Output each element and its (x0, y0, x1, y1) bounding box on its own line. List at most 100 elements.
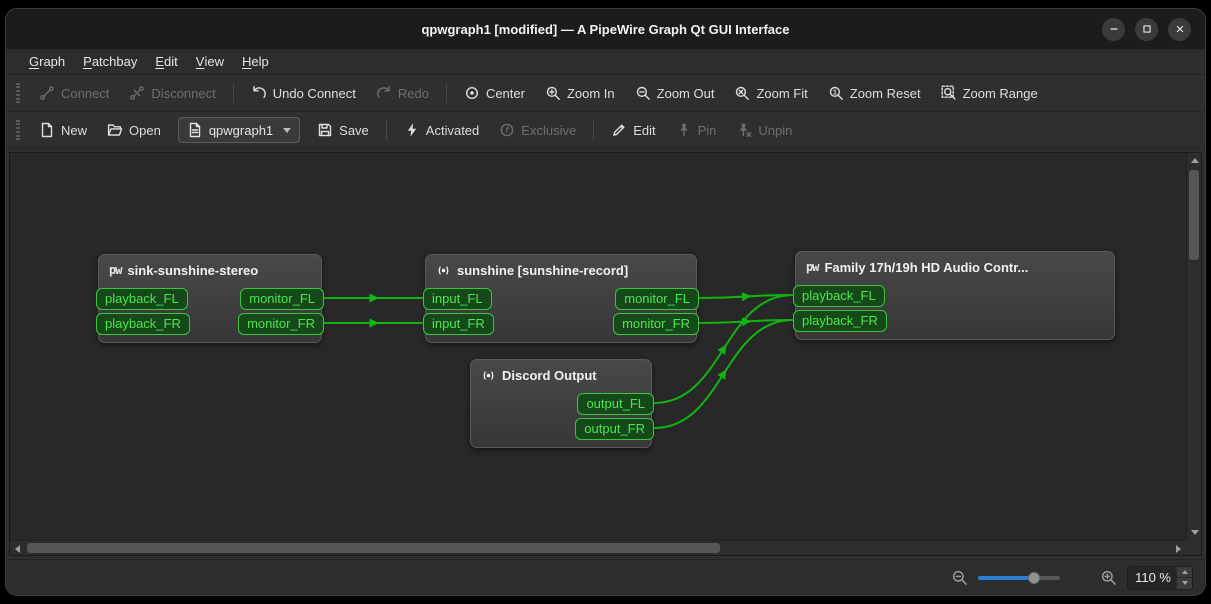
center-icon (464, 85, 480, 101)
port-sink-playback_FL[interactable]: playback_FL (96, 288, 188, 310)
chevron-down-icon (283, 128, 291, 133)
zoom-slider-fill (978, 576, 1034, 580)
undo-connect-label: Undo Connect (273, 86, 356, 101)
port-sunshine-monitor_FR[interactable]: monitor_FR (613, 313, 699, 335)
maximize-button[interactable] (1135, 18, 1158, 41)
patchbay-combobox[interactable]: qpwgraph1 (178, 117, 300, 143)
zoom-in-button[interactable]: Zoom In (536, 79, 624, 107)
undo-icon (251, 85, 267, 101)
pin-button[interactable]: Pin (667, 116, 726, 144)
zoom-spinbox[interactable]: 110 % (1127, 566, 1193, 590)
node-title: Family 17h/19h HD Audio Contr... (824, 260, 1028, 275)
zoom-in-icon[interactable] (1100, 569, 1117, 586)
vertical-scrollbar-thumb[interactable] (1189, 170, 1199, 260)
zoom-slider[interactable] (978, 570, 1060, 586)
scroll-left-button[interactable] (10, 541, 25, 556)
port-sunshine-monitor_FL[interactable]: monitor_FL (615, 288, 699, 310)
zoom-controls: 110 % (951, 566, 1193, 590)
zoom-reset-button[interactable]: 1Zoom Reset (819, 79, 930, 107)
horizontal-scrollbar[interactable] (10, 540, 1186, 555)
close-button[interactable] (1168, 18, 1191, 41)
port-discord-output_FL[interactable]: output_FL (577, 393, 654, 415)
zoom-in-icon (545, 85, 561, 101)
toolbar-handle[interactable] (16, 120, 20, 140)
spin-up-button[interactable] (1176, 567, 1192, 578)
open-button[interactable]: Open (98, 116, 170, 144)
edge-arrow (718, 342, 731, 355)
unpin-button[interactable]: Unpin (727, 116, 801, 144)
node-family[interactable]: pwFamily 17h/19h HD Audio Contr... playba… (795, 251, 1115, 340)
zoom-fit-button[interactable]: Zoom Fit (725, 79, 816, 107)
exclusive-button[interactable]: f Exclusive (490, 116, 585, 144)
scroll-right-button[interactable] (1171, 541, 1186, 556)
disconnect-label: Disconnect (151, 86, 215, 101)
scroll-up-button[interactable] (1187, 153, 1202, 168)
toolbar-main: Connect Disconnect Undo Connect Redo Center Z… (6, 75, 1205, 112)
menu-item-view[interactable]: View (187, 49, 233, 74)
center-label: Center (486, 86, 525, 101)
node-sunshine[interactable]: sunshine [sunshine-record]input_FLinput_… (425, 254, 697, 343)
port-sink-playback_FR[interactable]: playback_FR (96, 313, 190, 335)
zoom-out-icon[interactable] (951, 569, 968, 586)
horizontal-scrollbar-thumb[interactable] (27, 543, 720, 553)
disconnect-button[interactable]: Disconnect (120, 79, 224, 107)
menu-item-patchbay[interactable]: Patchbay (74, 49, 146, 74)
node-header: pwFamily 17h/19h HD Audio Contr... (796, 252, 1114, 282)
center-button[interactable]: Center (455, 79, 534, 107)
port-sink-monitor_FL[interactable]: monitor_FL (240, 288, 324, 310)
toolbar-handle[interactable] (16, 83, 20, 103)
arrow-right-icon (1176, 545, 1181, 553)
node-title: sink-sunshine-stereo (127, 263, 258, 278)
spinbox-arrows (1176, 567, 1192, 589)
minimize-icon (1107, 22, 1121, 36)
redo-button[interactable]: Redo (367, 79, 438, 107)
vertical-scrollbar[interactable] (1186, 153, 1201, 540)
port-discord-output_FR[interactable]: output_FR (575, 418, 654, 440)
zoom-slider-handle[interactable] (1028, 572, 1040, 584)
port-sunshine-input_FR[interactable]: input_FR (423, 313, 494, 335)
port-sunshine-input_FL[interactable]: input_FL (423, 288, 492, 310)
svg-text:1: 1 (833, 88, 837, 97)
zoom-out-button[interactable]: Zoom Out (626, 79, 724, 107)
exclusive-label: Exclusive (521, 123, 576, 138)
canvas-frame: pwsink-sunshine-stereoplayback_FLplaybac… (9, 152, 1202, 556)
status-bar: 110 % (6, 559, 1205, 595)
arrow-down-icon (1182, 581, 1188, 585)
exclusive-icon: f (499, 122, 515, 138)
arrow-up-icon (1182, 570, 1188, 574)
menu-item-edit[interactable]: Edit (146, 49, 186, 74)
patchbay-file-icon (187, 122, 203, 138)
connections-layer (10, 153, 1186, 540)
edit-icon (611, 122, 627, 138)
graph-canvas[interactable]: pwsink-sunshine-stereoplayback_FLplaybac… (10, 153, 1186, 540)
zoom-reset-icon: 1 (828, 85, 844, 101)
new-button[interactable]: New (30, 116, 96, 144)
toolbar-separator (593, 120, 594, 140)
minimize-button[interactable] (1102, 18, 1125, 41)
node-discord[interactable]: Discord Outputoutput_FLoutput_FR (470, 359, 652, 448)
edge-arrow (742, 292, 752, 302)
unpin-icon (736, 122, 752, 138)
activated-button[interactable]: Activated (395, 116, 488, 144)
arrow-down-icon (1191, 530, 1199, 535)
pin-label: Pin (698, 123, 717, 138)
scroll-down-button[interactable] (1187, 525, 1202, 540)
connect-button[interactable]: Connect (30, 79, 118, 107)
port-sink-monitor_FR[interactable]: monitor_FR (238, 313, 324, 335)
zoom-slider-track[interactable] (978, 576, 1060, 580)
menu-item-graph[interactable]: Graph (20, 49, 74, 74)
port-family-playback_FR[interactable]: playback_FR (793, 310, 887, 332)
undo-connect-button[interactable]: Undo Connect (242, 79, 365, 107)
toolbar-file: NewOpen qpwgraph1 Save Activated f Exclusive E… (6, 112, 1205, 149)
zoom-range-icon (941, 85, 957, 101)
zoom-out-icon (635, 85, 651, 101)
zoom-range-button[interactable]: Zoom Range (932, 79, 1047, 107)
node-sink[interactable]: pwsink-sunshine-stereoplayback_FLplaybac… (98, 254, 322, 343)
svg-text:f: f (506, 126, 510, 135)
menu-item-help[interactable]: Help (233, 49, 278, 74)
open-icon (107, 122, 123, 138)
save-button[interactable]: Save (308, 116, 378, 144)
edit-button[interactable]: Edit (602, 116, 664, 144)
spin-down-button[interactable] (1176, 577, 1192, 589)
port-family-playback_FL[interactable]: playback_FL (793, 285, 885, 307)
